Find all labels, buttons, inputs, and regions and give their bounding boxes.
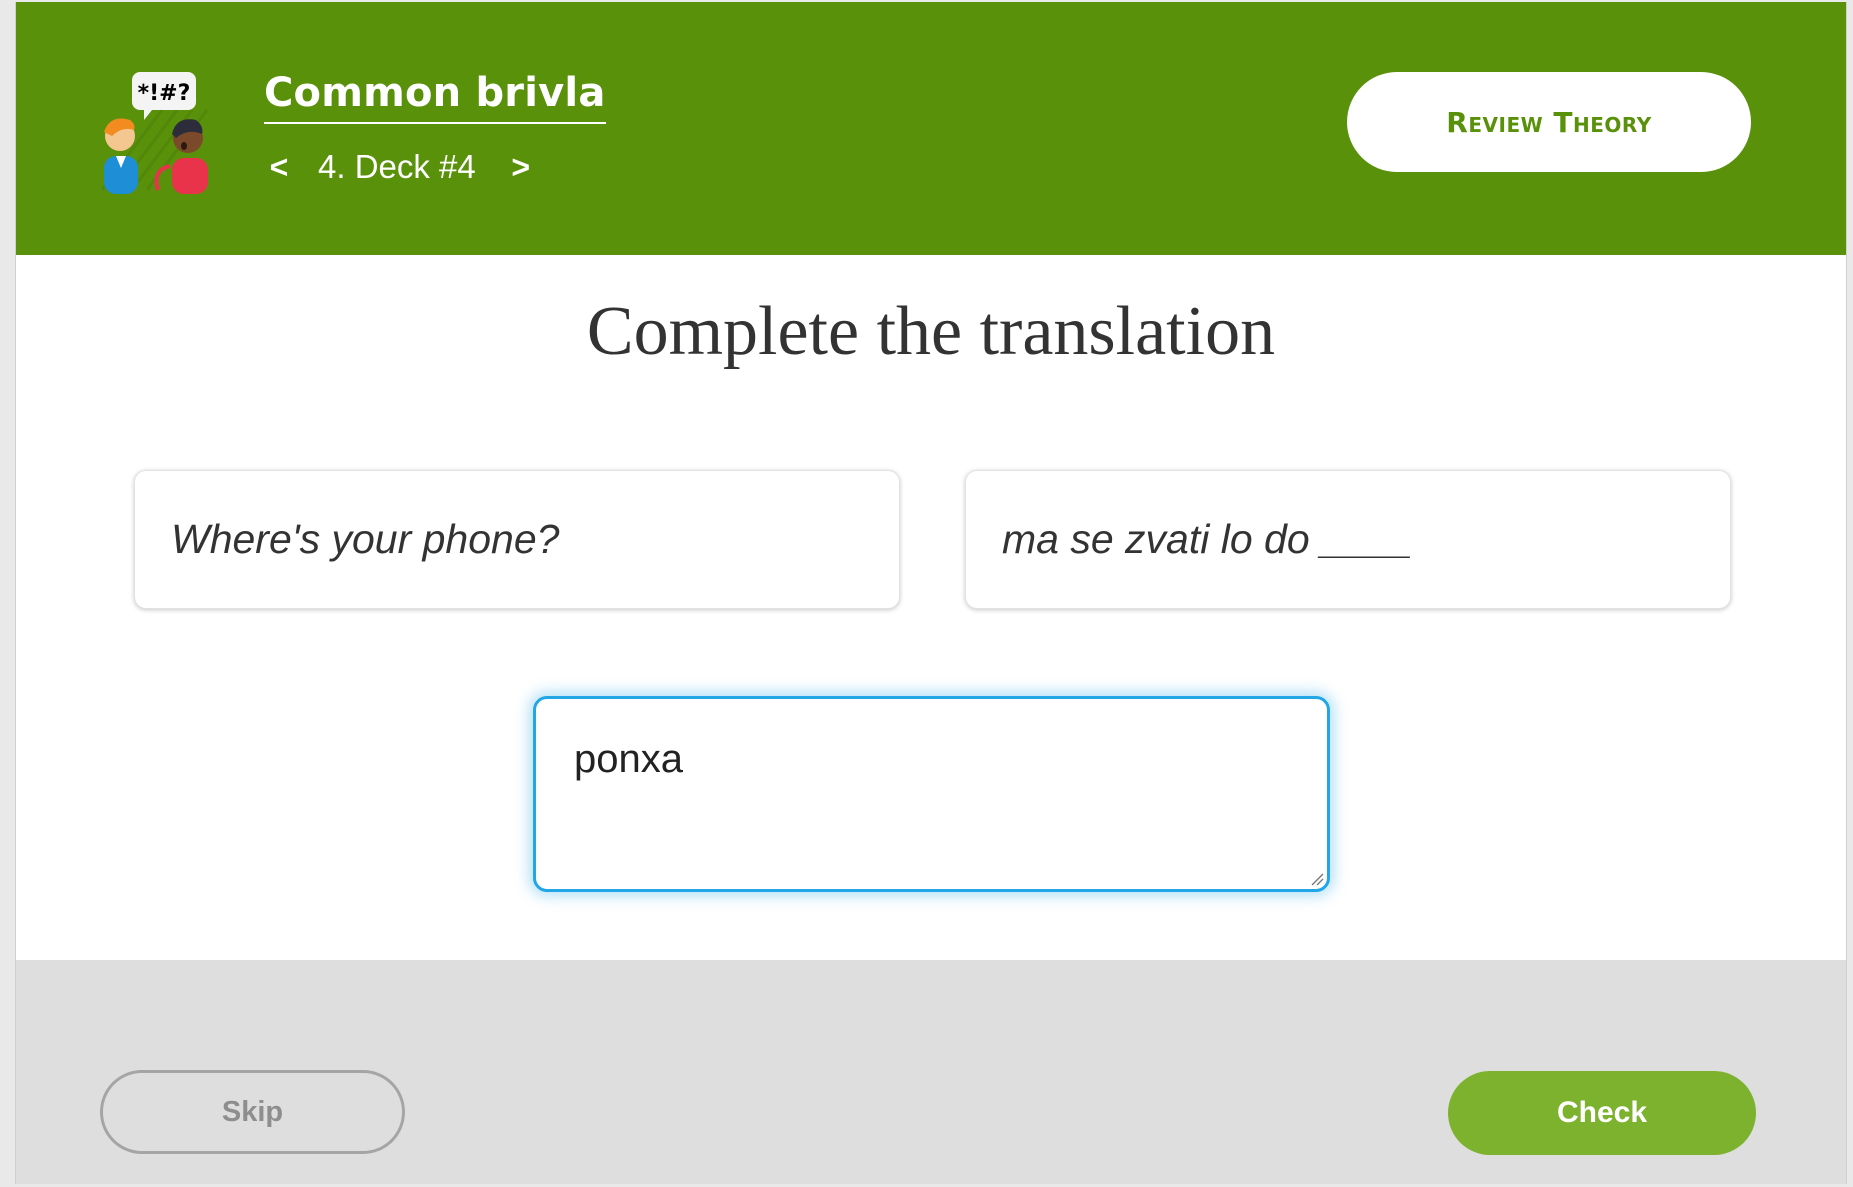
source-sentence-card: Where's your phone? [134,470,900,609]
header-bar: *!#? Common brivla < 4. Deck #4 > Review [16,2,1846,255]
target-sentence-card: ma se zvati lo do ____ [965,470,1731,609]
course-title-link[interactable]: Common brivla [264,70,606,124]
skip-button[interactable]: Skip [100,1070,405,1154]
source-sentence-text: Where's your phone? [171,516,560,562]
deck-label: 4. Deck #4 [318,148,476,185]
conversation-logo-icon: *!#? [100,72,209,194]
answer-input[interactable] [536,699,1327,889]
next-deck-button[interactable]: > [506,149,536,186]
check-button[interactable]: Check [1448,1071,1756,1155]
deck-navigation: < 4. Deck #4 > [264,145,536,189]
review-theory-button[interactable]: Review Theory [1347,72,1751,172]
footer-bar: Skip Check [16,960,1846,1184]
svg-text:*!#?: *!#? [138,81,191,106]
exercise-app: *!#? Common brivla < 4. Deck #4 > Review [15,2,1847,1184]
exercise-title: Complete the translation [586,293,1276,370]
target-sentence-text: ma se zvati lo do ____ [1002,516,1413,562]
answer-input-container [533,696,1330,892]
resize-grip-icon[interactable] [1310,872,1324,886]
prev-deck-button[interactable]: < [264,149,294,186]
browser-frame: *!#? Common brivla < 4. Deck #4 > Review [0,0,1853,1187]
